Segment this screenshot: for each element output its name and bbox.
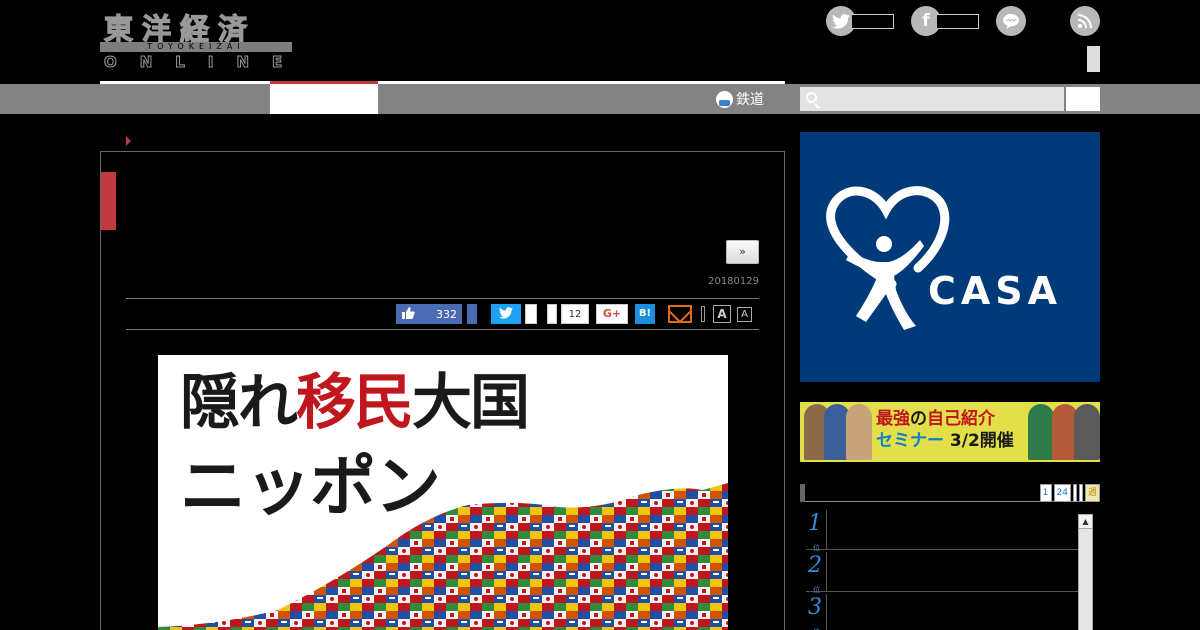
seminar-text-1: 最強 xyxy=(876,409,910,429)
illustration-person xyxy=(846,404,872,460)
rank-divider xyxy=(826,594,827,630)
article-date: 20180129 xyxy=(708,276,759,287)
facebook-follow[interactable]: f xyxy=(911,6,979,36)
rank-number: 1位 xyxy=(808,510,826,552)
seminar-text-5: 3/2 xyxy=(949,431,980,451)
tweet-button[interactable] xyxy=(491,304,521,324)
like-count: 332 xyxy=(436,307,457,321)
search-button[interactable] xyxy=(1066,87,1100,111)
next-page-button[interactable]: » xyxy=(726,240,759,264)
ranking-header-accent xyxy=(800,484,805,502)
rss-icon xyxy=(1070,6,1100,36)
article-hero-image: 隠れ移民大国 ニッポン xyxy=(158,355,728,630)
rank-number: 2位 xyxy=(808,552,826,594)
tweet-count xyxy=(525,304,537,324)
ranking-tab[interactable]: 1 xyxy=(1039,484,1052,502)
ranking-row[interactable]: 2位 xyxy=(806,552,1078,594)
ranking-tab[interactable]: 週 xyxy=(1084,484,1100,502)
seminar-text-3: 自己紹介 xyxy=(927,409,995,429)
ranking-tab[interactable] xyxy=(1072,484,1077,502)
rss-link[interactable] xyxy=(1070,6,1100,36)
share-bar-bottom-rule xyxy=(126,329,759,330)
rank-divider xyxy=(826,510,827,550)
breadcrumb-arrow-icon xyxy=(126,136,131,146)
illustration-person xyxy=(1074,404,1100,460)
train-icon xyxy=(716,90,733,108)
thumbs-up-icon xyxy=(402,306,415,322)
hero-headline-part2: 移民 xyxy=(296,368,414,438)
rank-divider xyxy=(826,552,827,592)
pocket-count: 12 xyxy=(561,304,589,324)
twitter-follow[interactable] xyxy=(826,6,894,36)
logo-online: ONLINE xyxy=(103,53,306,72)
nav-item-railway[interactable]: 鉄道 xyxy=(716,89,764,109)
line-follow[interactable] xyxy=(996,6,1026,36)
ranking-row[interactable]: 1位 xyxy=(806,510,1078,552)
hero-headline-line1: 隠れ移民大国 xyxy=(180,365,530,441)
ranking-tabs: 1 24 週 xyxy=(1039,484,1100,502)
rank-value: 2 xyxy=(808,553,822,578)
ad-casa[interactable]: CASA xyxy=(800,132,1100,382)
font-size-small-button[interactable]: A xyxy=(737,307,752,322)
rank-value: 3 xyxy=(808,595,822,620)
ranking-row[interactable]: 3位 xyxy=(806,594,1078,630)
pocket-button[interactable] xyxy=(547,304,557,324)
header-mini-button[interactable] xyxy=(1087,46,1100,72)
nav-tab-active[interactable] xyxy=(270,84,378,114)
facebook-like-button[interactable]: 332 xyxy=(396,304,462,324)
rank-suffix: 位 xyxy=(813,618,820,630)
logo-subtitle: TOYOKEIZAI xyxy=(147,42,245,51)
share-bar-top-rule xyxy=(126,298,759,299)
casa-logo-text: CASA xyxy=(928,269,1063,313)
seminar-text-2: の xyxy=(910,409,927,429)
google-plus-button[interactable]: G+ xyxy=(596,304,628,324)
ad-seminar[interactable]: 最強の自己紹介 セミナー 3/2開催 xyxy=(800,402,1100,462)
scroll-up-arrow-icon[interactable]: ▲ xyxy=(1078,514,1093,529)
seminar-text-4: セミナー xyxy=(876,431,944,451)
nav-item-railway-label: 鉄道 xyxy=(736,92,764,108)
rank-number: 3位 xyxy=(808,594,826,630)
site-logo[interactable]: 東洋経済 TOYOKEIZAI ONLINE xyxy=(100,6,292,72)
seminar-text-6: 開催 xyxy=(979,431,1014,451)
illustration-person xyxy=(1028,404,1054,460)
search-icon xyxy=(806,92,817,103)
title-accent-bar xyxy=(101,172,116,230)
ranking-tab[interactable]: 24 xyxy=(1053,484,1071,502)
search-input[interactable] xyxy=(800,87,1064,111)
facebook-share-button[interactable] xyxy=(467,304,477,324)
hero-headline-part3: 大国 xyxy=(412,368,530,438)
twitter-icon xyxy=(499,306,513,322)
ranking-scrollbar[interactable] xyxy=(1078,514,1093,630)
seminar-ad-text: 最強の自己紹介 セミナー 3/2開催 xyxy=(876,408,1014,452)
hero-headline-part1: 隠れ xyxy=(180,368,298,438)
ranking-header: 1 24 週 xyxy=(800,484,1100,502)
facebook-follow-count xyxy=(937,13,979,29)
ranking-tab[interactable] xyxy=(1078,484,1083,502)
font-size-large-button[interactable]: A xyxy=(713,305,731,323)
hatena-bookmark-button[interactable]: B! xyxy=(635,304,655,324)
twitter-follow-count xyxy=(852,13,894,29)
ranking-widget: 1 24 週 1位 2位 3位 xyxy=(800,484,1100,630)
hero-headline-line2: ニッポン xyxy=(180,448,441,525)
line-icon xyxy=(996,6,1026,36)
share-separator xyxy=(701,306,705,322)
mail-icon[interactable] xyxy=(668,305,692,323)
rank-value: 1 xyxy=(808,511,822,536)
